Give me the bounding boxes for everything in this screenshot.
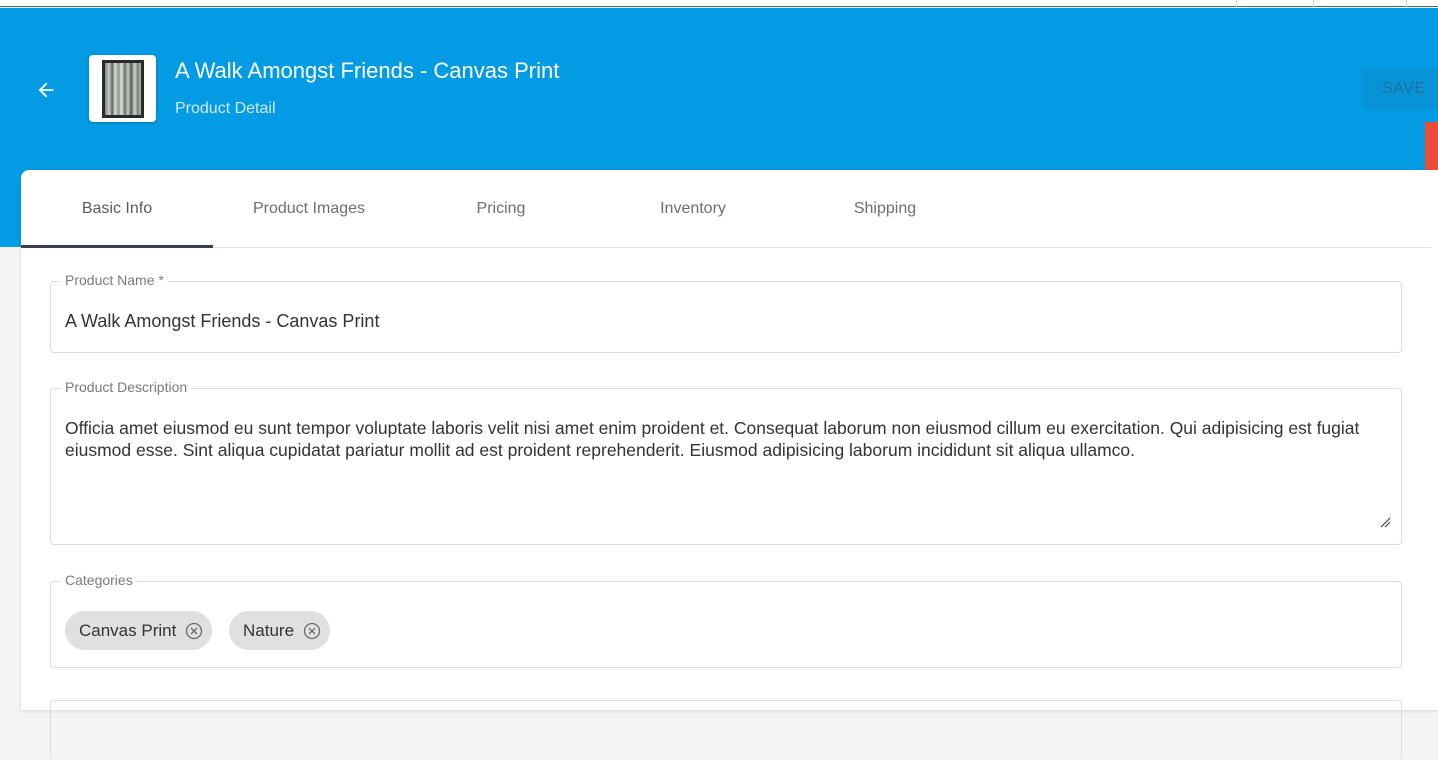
product-description-textarea[interactable]: Officia amet eiusmod eu sunt tempor volu… bbox=[65, 417, 1375, 461]
top-strip-divider bbox=[1406, 0, 1407, 7]
back-button[interactable] bbox=[30, 74, 62, 106]
tab-product-images[interactable]: Product Images bbox=[213, 170, 405, 247]
detail-card: Basic Info Product Images Pricing Invent… bbox=[21, 170, 1438, 760]
chip-label: Nature bbox=[243, 620, 295, 640]
arrow-back-icon bbox=[38, 82, 54, 98]
cancel-circle-icon[interactable] bbox=[302, 621, 322, 641]
cancel-circle-icon[interactable] bbox=[184, 621, 204, 641]
product-name-input[interactable]: A Walk Amongst Friends - Canvas Print bbox=[65, 311, 379, 332]
top-strip-divider bbox=[1313, 0, 1314, 7]
product-description-label: Product Description bbox=[61, 379, 192, 395]
tab-pricing[interactable]: Pricing bbox=[405, 170, 597, 247]
tab-inventory[interactable]: Inventory bbox=[597, 170, 789, 247]
product-name-field[interactable]: Product Name * A Walk Amongst Friends - … bbox=[50, 272, 1402, 353]
thumbnail-frame bbox=[101, 59, 144, 118]
tab-basic-info[interactable]: Basic Info bbox=[21, 170, 213, 248]
page-title: A Walk Amongst Friends - Canvas Print bbox=[175, 58, 560, 83]
resize-handle-icon[interactable] bbox=[1379, 516, 1391, 528]
product-name-label: Product Name * bbox=[61, 272, 168, 288]
product-description-field[interactable]: Product Description Officia amet eiusmod… bbox=[50, 379, 1402, 545]
category-chip[interactable]: Canvas Print bbox=[65, 611, 213, 650]
categories-field[interactable]: Categories Canvas Print Nature bbox=[50, 572, 1402, 668]
page-subtitle: Product Detail bbox=[175, 100, 276, 117]
tab-bar: Basic Info Product Images Pricing Invent… bbox=[21, 170, 1431, 248]
top-strip bbox=[0, 0, 1438, 7]
tab-shipping[interactable]: Shipping bbox=[789, 170, 981, 247]
thumbnail-image bbox=[104, 62, 141, 115]
save-button[interactable]: SAVE bbox=[1363, 68, 1438, 110]
top-strip-divider bbox=[1236, 0, 1237, 7]
chip-label: Canvas Print bbox=[79, 620, 177, 640]
next-field[interactable] bbox=[50, 700, 1402, 760]
category-chip[interactable]: Nature bbox=[229, 611, 331, 650]
product-thumbnail bbox=[89, 55, 156, 122]
categories-label: Categories bbox=[61, 572, 137, 588]
